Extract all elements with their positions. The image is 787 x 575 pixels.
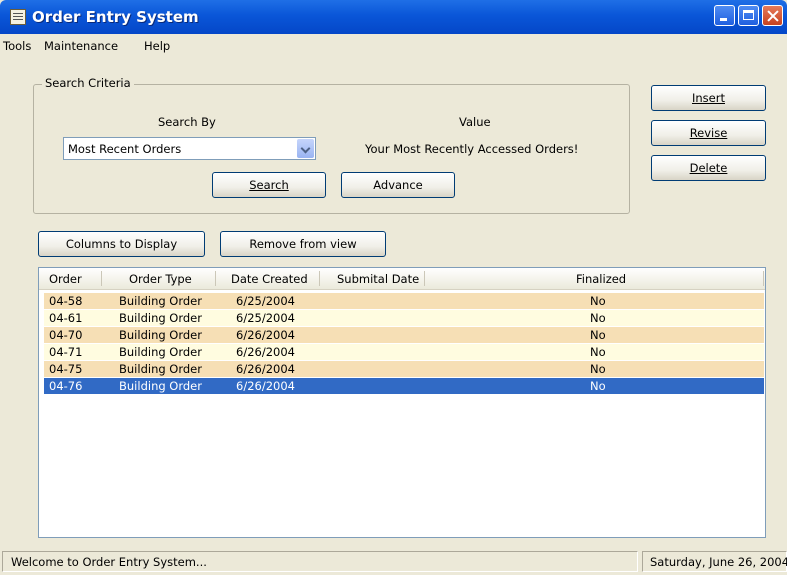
cell-finalized: No	[590, 328, 606, 342]
cell-finalized: No	[590, 379, 606, 393]
menu-tools[interactable]: Tools	[3, 39, 31, 53]
menu-maintenance[interactable]: Maintenance	[44, 39, 118, 53]
minimize-button[interactable]	[714, 5, 735, 26]
search-by-select[interactable]: Most Recent Orders	[63, 137, 316, 160]
cell-order-type: Building Order	[119, 362, 202, 376]
status-message-panel: Welcome to Order Entry System...	[2, 551, 638, 572]
cell-finalized: No	[590, 362, 606, 376]
document-icon[interactable]	[10, 9, 26, 25]
advance-button[interactable]: Advance	[341, 172, 455, 198]
status-message: Welcome to Order Entry System...	[11, 555, 207, 569]
cell-finalized: No	[590, 311, 606, 325]
table-row[interactable]: 04-58 Building Order 6/25/2004 No	[44, 293, 764, 309]
cell-order: 04-76	[49, 379, 83, 393]
column-header-order[interactable]: Order	[49, 272, 82, 286]
cell-finalized: No	[590, 345, 606, 359]
cell-order: 04-75	[49, 362, 83, 376]
menu-bar: Tools Maintenance Help	[0, 36, 787, 57]
table-row[interactable]: 04-61 Building Order 6/25/2004 No	[44, 310, 764, 326]
remove-from-view-button[interactable]: Remove from view	[220, 231, 386, 257]
cell-date-created: 6/25/2004	[236, 311, 295, 325]
cell-order: 04-71	[49, 345, 83, 359]
table-row[interactable]: 04-76 Building Order 6/26/2004 No	[44, 378, 764, 394]
cell-date-created: 6/25/2004	[236, 294, 295, 308]
cell-order-type: Building Order	[119, 379, 202, 393]
search-button[interactable]: Search	[212, 172, 326, 198]
columns-button-label: Columns to Display	[65, 237, 178, 251]
status-date: Saturday, June 26, 2004	[650, 555, 787, 569]
cell-order-type: Building Order	[119, 311, 202, 325]
column-header-submital-date[interactable]: Submital Date	[337, 272, 419, 286]
cell-order: 04-58	[49, 294, 83, 308]
table-row[interactable]: 04-70 Building Order 6/26/2004 No	[44, 327, 764, 343]
cell-order-type: Building Order	[119, 345, 202, 359]
cell-date-created: 6/26/2004	[236, 345, 295, 359]
cell-order: 04-70	[49, 328, 83, 342]
insert-button-label: Insert	[692, 91, 725, 105]
cell-order: 04-61	[49, 311, 83, 325]
revise-button-label: Revise	[689, 126, 728, 140]
cell-finalized: No	[590, 294, 606, 308]
cell-date-created: 6/26/2004	[236, 328, 295, 342]
search-criteria-label: Search Criteria	[42, 76, 134, 90]
search-by-selected-value: Most Recent Orders	[68, 142, 182, 156]
columns-to-display-button[interactable]: Columns to Display	[38, 231, 205, 257]
column-header-order-type[interactable]: Order Type	[129, 272, 192, 286]
delete-button[interactable]: Delete	[651, 155, 766, 181]
title-bar[interactable]: Order Entry System	[0, 0, 787, 34]
status-date-panel: Saturday, June 26, 2004	[642, 551, 787, 572]
list-header: Order Order Type Date Created Submital D…	[39, 268, 765, 290]
delete-button-label: Delete	[689, 161, 728, 175]
cell-order-type: Building Order	[119, 294, 202, 308]
cell-order-type: Building Order	[119, 328, 202, 342]
search-by-label: Search By	[158, 115, 216, 129]
orders-list[interactable]: Order Order Type Date Created Submital D…	[38, 267, 766, 538]
maximize-button[interactable]	[738, 5, 759, 26]
cell-date-created: 6/26/2004	[236, 362, 295, 376]
cell-date-created: 6/26/2004	[236, 379, 295, 393]
window-title: Order Entry System	[32, 8, 199, 26]
table-row[interactable]: 04-75 Building Order 6/26/2004 No	[44, 361, 764, 377]
value-label: Value	[459, 115, 491, 129]
advance-button-label: Advance	[373, 178, 423, 192]
value-text: Your Most Recently Accessed Orders!	[365, 142, 579, 156]
chevron-down-icon[interactable]	[297, 139, 314, 158]
search-button-label: Search	[249, 178, 289, 192]
menu-help[interactable]: Help	[144, 39, 170, 53]
column-header-date-created[interactable]: Date Created	[231, 272, 308, 286]
close-button[interactable]	[762, 5, 783, 26]
revise-button[interactable]: Revise	[651, 120, 766, 146]
remove-button-label: Remove from view	[249, 237, 357, 251]
status-bar: Welcome to Order Entry System... Saturda…	[0, 549, 787, 575]
insert-button[interactable]: Insert	[651, 85, 766, 111]
column-header-finalized[interactable]: Finalized	[576, 272, 626, 286]
table-row[interactable]: 04-71 Building Order 6/26/2004 No	[44, 344, 764, 360]
